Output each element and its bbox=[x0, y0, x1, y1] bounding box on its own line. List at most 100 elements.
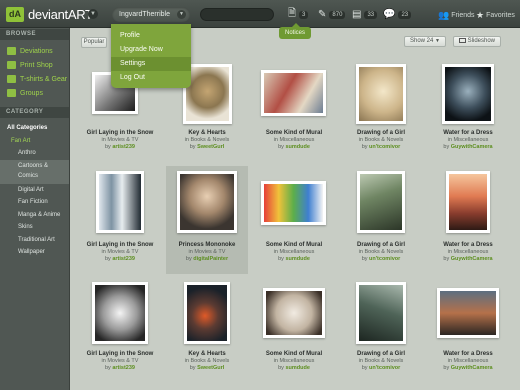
deviation-card[interactable]: Water for a Dress in Miscellaneous by Gu… bbox=[427, 166, 509, 274]
deviation-title[interactable]: Girl Laying in the Snow bbox=[79, 130, 161, 136]
logo[interactable]: dA deviantART bbox=[6, 6, 93, 22]
author-link[interactable]: un'tcomivor bbox=[369, 256, 400, 262]
sidebar-item-groups[interactable]: Groups bbox=[0, 86, 69, 100]
deviation-title[interactable]: Water for a Dress bbox=[427, 351, 509, 357]
deviation-thumbnail[interactable] bbox=[263, 288, 325, 338]
deviation-title[interactable]: Some Kind of Mural bbox=[253, 130, 335, 136]
deviation-title[interactable]: Princess Mononoke bbox=[166, 242, 248, 248]
deviation-thumbnail[interactable] bbox=[442, 64, 494, 124]
deviation-title[interactable]: Girl Laying in the Snow bbox=[79, 242, 161, 248]
category-fan-art[interactable]: Fan Art bbox=[0, 135, 69, 148]
menu-item-upgrade[interactable]: Upgrade Now bbox=[111, 43, 191, 57]
author-link[interactable]: sumdude bbox=[285, 256, 309, 262]
by-prefix: by bbox=[443, 365, 450, 371]
by-prefix: by bbox=[361, 365, 368, 371]
by-prefix: by bbox=[443, 256, 450, 262]
sidebar-item-tshirts[interactable]: T-shirts & Gear bbox=[0, 72, 69, 86]
deviation-author: by GuywithCamera bbox=[427, 365, 509, 371]
author-link[interactable]: un'tcomivor bbox=[369, 365, 400, 371]
deviation-card[interactable]: Drawing of a Girl in Books & Novels by u… bbox=[340, 277, 422, 385]
deviation-card[interactable]: Drawing of a Girl in Books & Novels by u… bbox=[340, 55, 422, 163]
deviation-card[interactable]: Some Kind of Mural in Miscellaneous by s… bbox=[253, 277, 335, 385]
category-traditional-art[interactable]: Traditional Art bbox=[0, 234, 69, 247]
menu-item-logout[interactable]: Log Out bbox=[111, 71, 191, 85]
deviation-title[interactable]: Some Kind of Mural bbox=[253, 242, 335, 248]
author-link[interactable]: sumdude bbox=[285, 144, 309, 150]
deviation-category: in Movies & TV bbox=[101, 137, 139, 143]
logo-text: deviantART bbox=[28, 6, 93, 22]
deviation-card[interactable]: Some Kind of Mural in Miscellaneous by s… bbox=[253, 166, 335, 274]
favorites-link[interactable]: ★ Favorites bbox=[476, 10, 515, 21]
logo-chevron-down-icon[interactable]: ▼ bbox=[88, 9, 98, 19]
deviation-author: by digitalPainter bbox=[166, 256, 248, 262]
deviation-thumbnail[interactable] bbox=[184, 282, 230, 344]
author-link[interactable]: GuywithCamera bbox=[451, 256, 493, 262]
deviation-thumbnail[interactable] bbox=[356, 64, 406, 124]
deviation-thumbnail[interactable] bbox=[177, 171, 237, 233]
author-link[interactable]: digitalPainter bbox=[193, 256, 228, 262]
category-wallpaper[interactable]: Wallpaper bbox=[0, 246, 69, 259]
deviation-card[interactable]: Drawing of a Girl in Books & Novels by u… bbox=[340, 166, 422, 274]
deviation-title[interactable]: Water for a Dress bbox=[427, 130, 509, 136]
deviation-card[interactable]: Water for a Dress in Miscellaneous by Gu… bbox=[427, 277, 509, 385]
author-link[interactable]: un'tcomivor bbox=[369, 144, 400, 150]
category-manga-anime[interactable]: Manga & Anime bbox=[0, 209, 69, 222]
deviation-title[interactable]: Drawing of a Girl bbox=[340, 242, 422, 248]
menu-item-settings[interactable]: Settings bbox=[111, 57, 191, 71]
author-link[interactable]: GuywithCamera bbox=[451, 365, 493, 371]
comments-count: 23 bbox=[398, 10, 412, 19]
deviation-thumbnail[interactable] bbox=[261, 181, 326, 225]
author-link[interactable]: GuywithCamera bbox=[451, 144, 493, 150]
user-dropdown[interactable]: IngvardTherrible ▼ bbox=[112, 7, 190, 22]
deviations-counter[interactable]: ✎ 870 bbox=[318, 7, 346, 22]
deviation-thumbnail[interactable] bbox=[92, 282, 148, 344]
category-all[interactable]: All Categories bbox=[0, 122, 69, 135]
deviation-category: in Movies & TV bbox=[101, 358, 139, 364]
deviation-thumbnail[interactable] bbox=[261, 70, 326, 116]
category-anthro[interactable]: Anthro bbox=[0, 147, 69, 160]
deviation-title[interactable]: Drawing of a Girl bbox=[340, 130, 422, 136]
by-prefix: by bbox=[185, 256, 192, 262]
deviation-card-selected[interactable]: Princess Mononoke in Movies & TV by digi… bbox=[166, 166, 248, 274]
author-link[interactable]: artist239 bbox=[112, 144, 135, 150]
category-skins[interactable]: Skins bbox=[0, 221, 69, 234]
deviation-card[interactable]: Girl Laying in the Snow in Movies & TV b… bbox=[79, 277, 161, 385]
deviation-title[interactable]: Key & Hearts bbox=[166, 130, 248, 136]
deviation-card[interactable]: Key & Hearts in Books & Novels by SweetG… bbox=[166, 277, 248, 385]
deviation-thumbnail[interactable] bbox=[446, 171, 490, 233]
menu-item-profile[interactable]: Profile bbox=[111, 29, 191, 43]
category-fan-fiction[interactable]: Fan Fiction bbox=[0, 196, 69, 209]
popular-button[interactable]: Popular bbox=[81, 37, 107, 48]
deviation-title[interactable]: Drawing of a Girl bbox=[340, 351, 422, 357]
friends-label: Friends bbox=[451, 12, 475, 19]
search-input[interactable] bbox=[200, 8, 274, 21]
deviation-title[interactable]: Girl Laying in the Snow bbox=[79, 351, 161, 357]
sidebar-item-deviations[interactable]: Deviations bbox=[0, 44, 69, 58]
deviation-thumbnail[interactable] bbox=[437, 288, 499, 338]
tshirt-icon bbox=[7, 75, 16, 83]
author-link[interactable]: SweetGurl bbox=[197, 365, 224, 371]
notes-counter[interactable]: 🗎 3 bbox=[288, 7, 309, 22]
deviation-card[interactable]: Water for a Dress in Miscellaneous by Gu… bbox=[427, 55, 509, 163]
deviation-card[interactable]: Girl Laying in the Snow in Movies & TV b… bbox=[79, 166, 161, 274]
author-link[interactable]: artist239 bbox=[112, 256, 135, 262]
deviation-title[interactable]: Water for a Dress bbox=[427, 242, 509, 248]
slideshow-button[interactable]: Slideshow bbox=[453, 36, 501, 47]
friends-link[interactable]: 👥 Friends bbox=[438, 10, 475, 21]
deviation-thumbnail[interactable] bbox=[96, 171, 144, 233]
by-prefix: by bbox=[278, 365, 284, 371]
deviation-thumbnail[interactable] bbox=[356, 282, 406, 344]
category-cartoons-comics[interactable]: Cartoons & Comics bbox=[0, 159, 69, 184]
deviation-card[interactable]: Some Kind of Mural in Miscellaneous by s… bbox=[253, 55, 335, 163]
comments-counter[interactable]: 💬 23 bbox=[383, 7, 412, 22]
author-link[interactable]: artist239 bbox=[112, 365, 135, 371]
deviation-title[interactable]: Key & Hearts bbox=[166, 351, 248, 357]
deviation-thumbnail[interactable] bbox=[357, 171, 405, 233]
messages-counter[interactable]: ▤ 33 bbox=[352, 7, 378, 22]
author-link[interactable]: SweetGurl bbox=[197, 144, 224, 150]
show-count-select[interactable]: Show 24 ▼ bbox=[404, 36, 446, 47]
author-link[interactable]: sumdude bbox=[285, 365, 309, 371]
sidebar-item-print-shop[interactable]: Print Shop bbox=[0, 58, 69, 72]
category-digital-art[interactable]: Digital Art bbox=[0, 184, 69, 197]
deviation-title[interactable]: Some Kind of Mural bbox=[253, 351, 335, 357]
